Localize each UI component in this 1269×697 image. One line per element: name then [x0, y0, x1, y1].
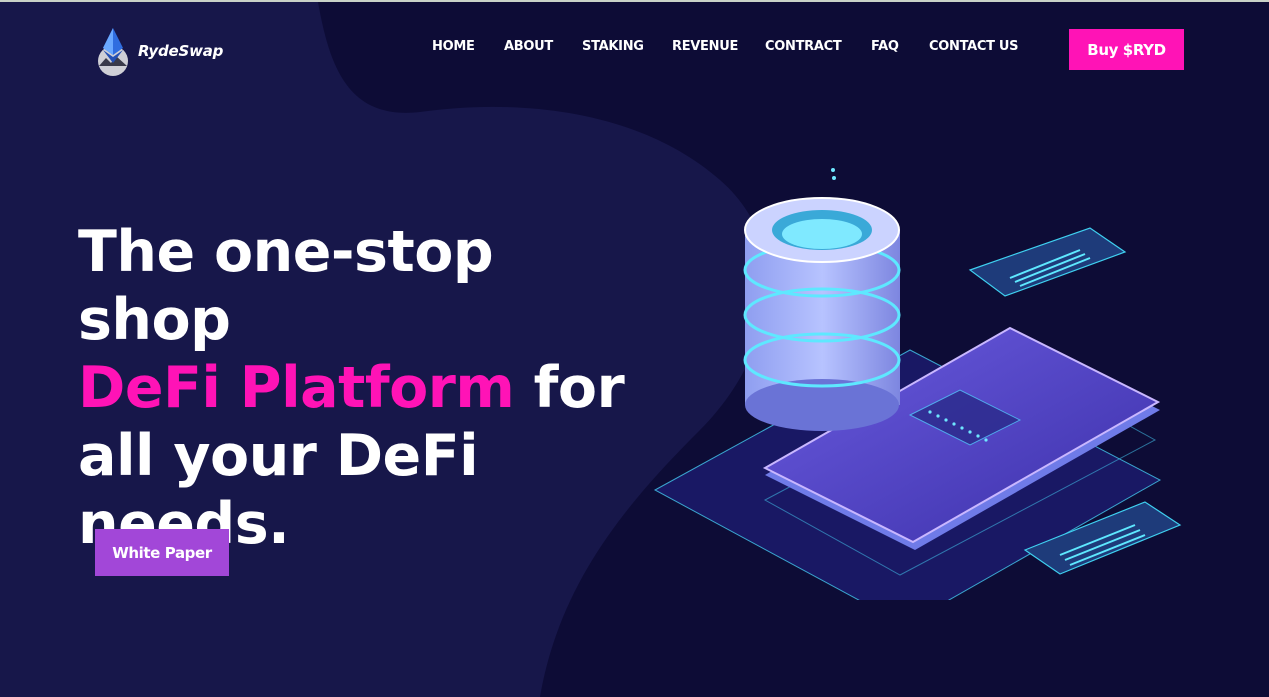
hero-line-1: The one-stop shop [78, 219, 494, 353]
nav-about[interactable]: ABOUT [504, 39, 553, 54]
database-cylinder-icon [743, 168, 901, 431]
hero-accent: DeFi Platform [78, 355, 515, 421]
brand-logo[interactable]: RydeSwap [94, 26, 223, 76]
nav-contract[interactable]: CONTRACT [765, 39, 842, 54]
brand-name: RydeSwap [138, 42, 224, 60]
nav-contact-us[interactable]: CONTACT US [929, 39, 1019, 54]
white-paper-button[interactable]: White Paper [95, 529, 229, 576]
nav-faq[interactable]: FAQ [871, 39, 899, 54]
isometric-server-phone-illustration [653, 168, 1182, 600]
ethereum-diamond-icon [98, 28, 128, 76]
hero-line-2-rest: for [514, 355, 625, 421]
nav-staking[interactable]: STAKING [582, 39, 644, 54]
floating-code-card-top [968, 227, 1127, 297]
nav-home[interactable]: HOME [432, 39, 475, 54]
hero-line-3: all your DeFi [78, 423, 479, 489]
hero-title: The one-stop shop DeFi Platform for all … [78, 218, 658, 558]
buy-ryd-button[interactable]: Buy $RYD [1069, 29, 1184, 70]
nav-revenue[interactable]: REVENUE [672, 39, 738, 54]
